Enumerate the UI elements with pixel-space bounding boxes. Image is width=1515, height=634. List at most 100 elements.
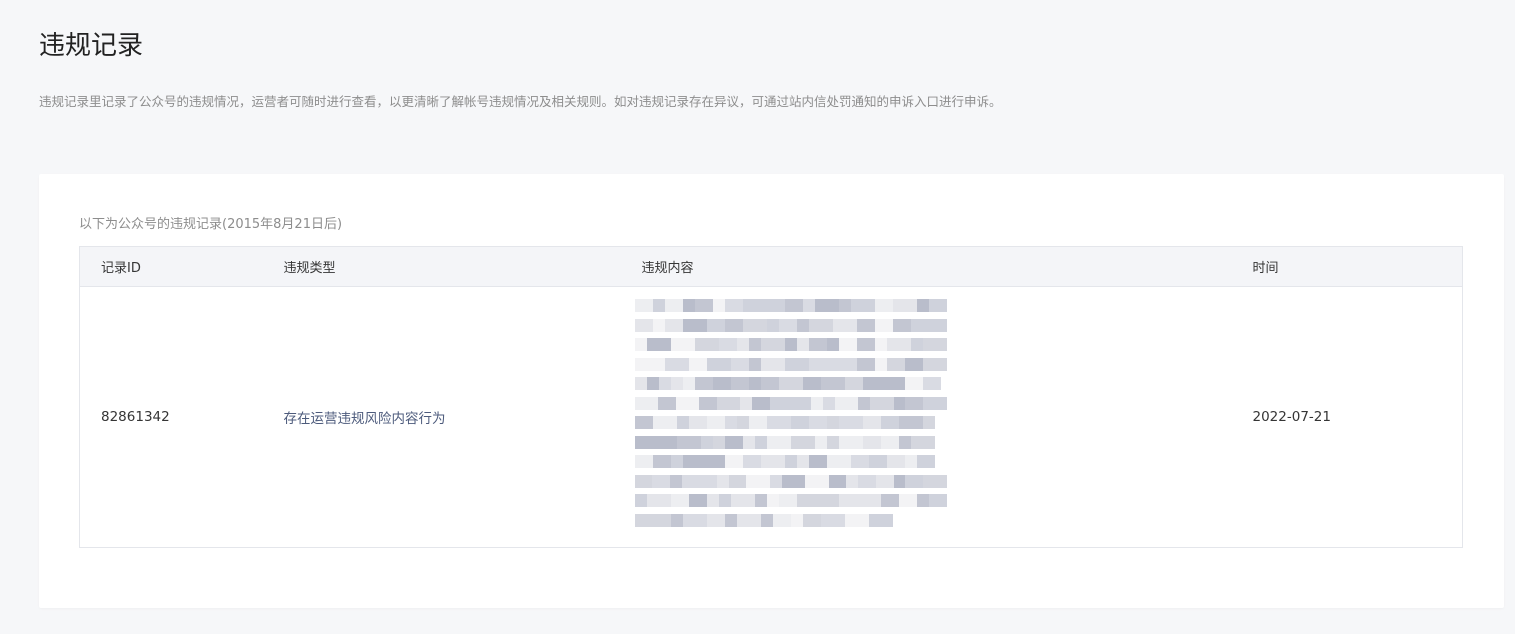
mosaic-block bbox=[634, 318, 653, 332]
mosaic-block bbox=[886, 338, 911, 351]
mosaic-row bbox=[634, 455, 947, 468]
mosaic-block bbox=[736, 513, 761, 527]
mosaic-block bbox=[910, 338, 923, 351]
mosaic-block bbox=[850, 299, 875, 312]
mosaic-block bbox=[682, 377, 695, 390]
mosaic-block bbox=[796, 494, 821, 507]
page-description: 违规记录里记录了公众号的违规情况，运营者可随时进行查看，以更清晰了解帐号违规情况… bbox=[39, 94, 1002, 109]
mosaic-block bbox=[856, 357, 875, 371]
violation-records-card: 以下为公众号的违规记录(2015年8月21日后) 记录ID 违规类型 违规内容 … bbox=[39, 174, 1504, 608]
mosaic-row bbox=[634, 435, 947, 449]
mosaic-block bbox=[832, 318, 857, 332]
mosaic-block bbox=[682, 455, 701, 468]
mosaic-block bbox=[820, 513, 845, 527]
mosaic-block bbox=[688, 494, 707, 507]
mosaic-block bbox=[868, 455, 887, 468]
mosaic-block bbox=[862, 416, 881, 429]
mosaic-block bbox=[790, 513, 803, 527]
mosaic-row bbox=[634, 338, 947, 351]
mosaic-block bbox=[724, 513, 737, 527]
mosaic-block bbox=[760, 338, 785, 351]
mosaic-block bbox=[778, 318, 797, 332]
mosaic-block bbox=[862, 377, 887, 390]
mosaic-block bbox=[846, 474, 859, 488]
mosaic-block bbox=[858, 474, 876, 488]
mosaic-block bbox=[781, 474, 806, 488]
mosaic-block bbox=[820, 377, 845, 390]
mosaic-block bbox=[893, 396, 906, 410]
mosaic-block bbox=[922, 318, 947, 332]
mosaic-block bbox=[811, 396, 823, 410]
mosaic-block bbox=[916, 299, 929, 312]
mosaic-block bbox=[669, 474, 682, 488]
mosaic-block bbox=[874, 338, 887, 351]
redacted-content-mosaic bbox=[634, 299, 947, 543]
mosaic-block bbox=[875, 474, 894, 488]
mosaic-block bbox=[808, 357, 821, 371]
mosaic-block bbox=[694, 338, 719, 351]
mosaic-block bbox=[790, 435, 815, 449]
mosaic-block bbox=[858, 396, 870, 410]
mosaic-block bbox=[634, 435, 659, 449]
mosaic-block bbox=[862, 435, 881, 449]
mosaic-block bbox=[754, 435, 767, 449]
mosaic-block bbox=[675, 396, 700, 410]
mosaic-block bbox=[742, 455, 761, 468]
mosaic-row bbox=[634, 513, 947, 527]
mosaic-block bbox=[838, 299, 851, 312]
mosaic-block bbox=[748, 338, 761, 351]
mosaic-block bbox=[652, 318, 665, 332]
mosaic-block bbox=[928, 494, 947, 507]
mosaic-block bbox=[682, 299, 695, 312]
mosaic-block bbox=[754, 494, 767, 507]
mosaic-block bbox=[820, 494, 839, 507]
mosaic-row bbox=[634, 474, 947, 488]
mosaic-block bbox=[670, 455, 683, 468]
mosaic-block bbox=[658, 494, 671, 507]
mosaic-block bbox=[766, 318, 779, 332]
mosaic-block bbox=[880, 435, 899, 449]
mosaic-block bbox=[886, 377, 905, 390]
mosaic-block bbox=[730, 377, 749, 390]
mosaic-block bbox=[886, 357, 905, 371]
mosaic-block bbox=[904, 357, 923, 371]
mosaic-block bbox=[826, 455, 851, 468]
mosaic-block bbox=[752, 396, 770, 410]
mosaic-block bbox=[880, 494, 899, 507]
mosaic-block bbox=[814, 299, 839, 312]
mosaic-block bbox=[772, 513, 791, 527]
mosaic-row bbox=[634, 299, 947, 312]
mosaic-block bbox=[769, 396, 788, 410]
mosaic-block bbox=[856, 494, 881, 507]
mosaic-block bbox=[922, 338, 947, 351]
mosaic-block bbox=[716, 474, 729, 488]
mosaic-block bbox=[838, 494, 857, 507]
mosaic-block bbox=[670, 494, 689, 507]
mosaic-block bbox=[724, 455, 743, 468]
mosaic-block bbox=[796, 338, 809, 351]
column-header-time: 时间 bbox=[1231, 246, 1463, 287]
mosaic-block bbox=[718, 338, 737, 351]
mosaic-block bbox=[910, 435, 935, 449]
mosaic-block bbox=[724, 299, 743, 312]
mosaic-block bbox=[652, 474, 670, 488]
mosaic-block bbox=[874, 299, 893, 312]
mosaic-block bbox=[728, 474, 747, 488]
mosaic-block bbox=[826, 416, 839, 429]
mosaic-block bbox=[724, 318, 743, 332]
mosaic-block bbox=[922, 396, 947, 410]
mosaic-row bbox=[634, 318, 947, 332]
mosaic-block bbox=[706, 416, 725, 429]
mosaic-block bbox=[670, 513, 683, 527]
mosaic-row bbox=[634, 416, 947, 429]
mosaic-block bbox=[784, 338, 797, 351]
mosaic-block bbox=[730, 357, 749, 371]
record-id-cell: 82861342 bbox=[101, 409, 170, 425]
mosaic-block bbox=[694, 377, 713, 390]
mosaic-block bbox=[874, 357, 887, 371]
mosaic-block bbox=[664, 318, 683, 332]
mosaic-block bbox=[898, 494, 917, 507]
mosaic-block bbox=[634, 299, 653, 312]
mosaic-block bbox=[646, 494, 659, 507]
mosaic-block bbox=[802, 513, 821, 527]
